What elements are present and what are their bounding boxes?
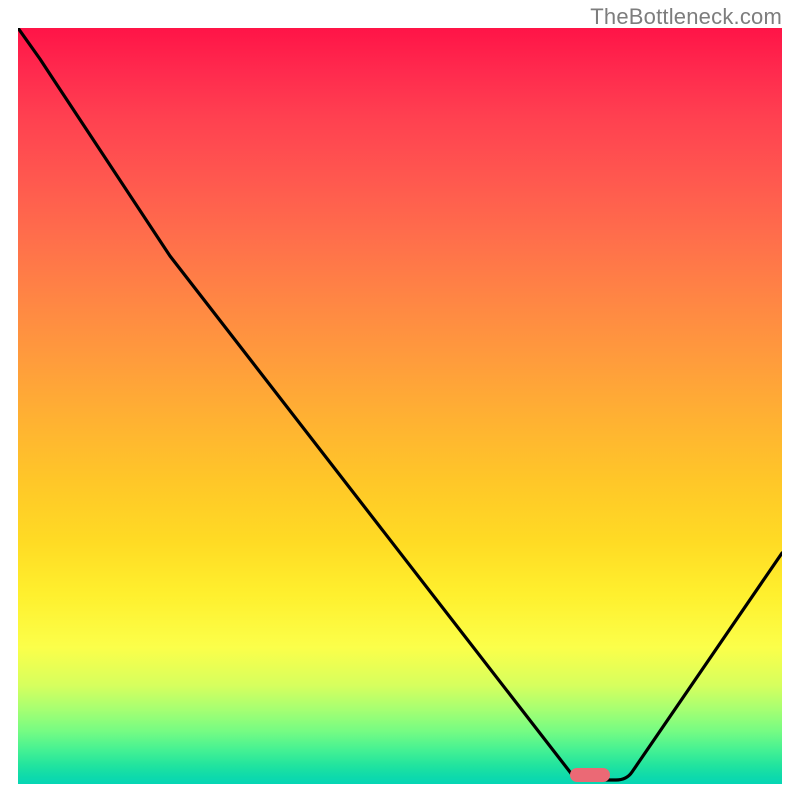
- watermark-text: TheBottleneck.com: [590, 4, 782, 30]
- background-gradient: [18, 28, 782, 784]
- plot-area: [18, 28, 782, 784]
- chart-container: TheBottleneck.com: [0, 0, 800, 800]
- optimal-marker: [570, 768, 610, 782]
